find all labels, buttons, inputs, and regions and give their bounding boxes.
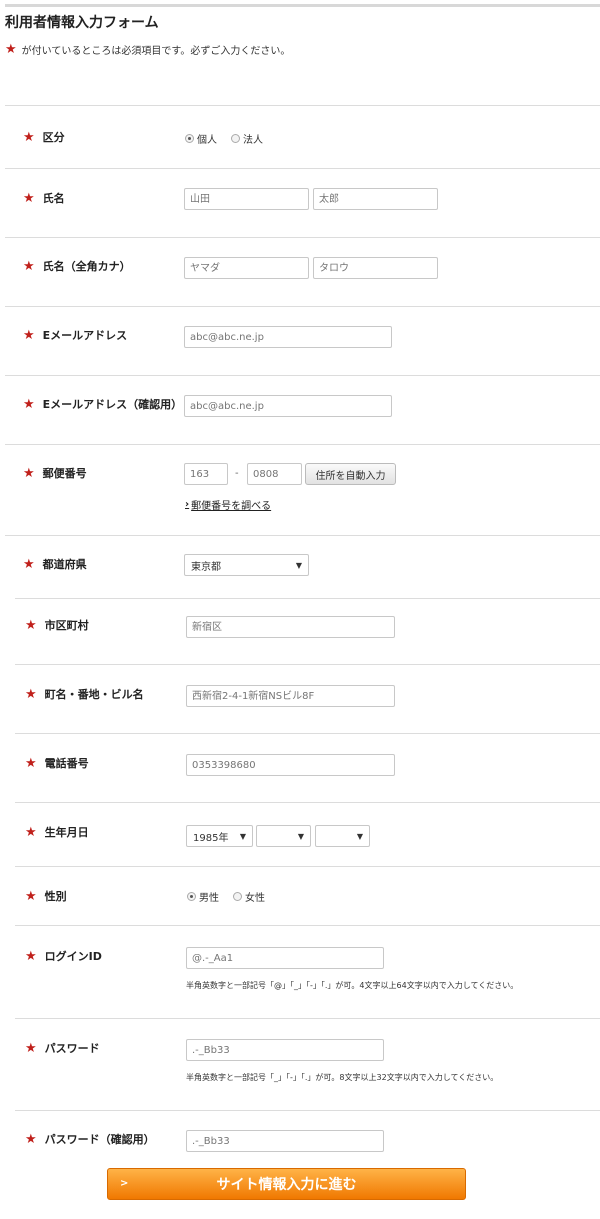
label-login-id: ★ ログインID xyxy=(25,948,102,964)
birth-day-select[interactable]: ▼ xyxy=(315,825,370,847)
autofill-address-button[interactable]: 住所を自動入力 xyxy=(305,463,396,485)
required-star-icon: ★ xyxy=(23,327,35,343)
chevron-right-icon: › xyxy=(185,499,190,510)
required-star-icon: ★ xyxy=(25,686,37,702)
divider xyxy=(15,925,600,926)
radio-kojin[interactable]: 個人 xyxy=(185,131,217,146)
birth-month-select[interactable]: ▼ xyxy=(256,825,311,847)
required-star-icon: ★ xyxy=(23,396,35,412)
city-input[interactable] xyxy=(186,616,395,638)
divider xyxy=(5,105,600,106)
divider xyxy=(5,306,600,307)
radio-houjin[interactable]: 法人 xyxy=(231,131,263,146)
label-email: ★ Eメールアドレス xyxy=(23,327,128,343)
login-id-input[interactable] xyxy=(186,947,384,969)
first-name-kana-input[interactable] xyxy=(313,257,438,279)
label-city: ★ 市区町村 xyxy=(25,617,89,633)
last-name-kana-input[interactable] xyxy=(184,257,309,279)
first-name-input[interactable] xyxy=(313,188,438,210)
required-star-icon: ★ xyxy=(23,129,35,145)
required-star-icon: ★ xyxy=(25,824,37,840)
gender-radio-group: 男性 女性 xyxy=(187,889,279,904)
triangle-down-icon: ▼ xyxy=(239,831,246,841)
divider xyxy=(5,444,600,445)
email-confirm-input[interactable] xyxy=(184,395,392,417)
label-gender: ★ 性別 xyxy=(25,888,67,904)
divider xyxy=(15,866,600,867)
label-kubun: ★ 区分 xyxy=(23,129,65,145)
required-star-icon: ★ xyxy=(23,190,35,206)
required-star-icon: ★ xyxy=(5,42,17,57)
label-zip: ★ 郵便番号 xyxy=(23,465,87,481)
prefecture-select[interactable]: 東京都 ▼ xyxy=(184,554,309,576)
triangle-down-icon: ▼ xyxy=(297,831,304,841)
submit-button[interactable]: > サイト情報入力に進む xyxy=(107,1168,466,1200)
street-input[interactable] xyxy=(186,685,395,707)
label-kana: ★ 氏名（全角カナ） xyxy=(23,258,131,274)
divider xyxy=(15,733,600,734)
required-star-icon: ★ xyxy=(25,755,37,771)
top-rule xyxy=(5,4,600,7)
password-hint: 半角英数字と一部記号「_」「-」「.」が可。8文字以上32文字以内で入力してくだ… xyxy=(186,1073,499,1082)
radio-button-icon[interactable] xyxy=(185,134,194,143)
divider xyxy=(5,535,600,536)
label-email-confirm: ★ Eメールアドレス（確認用） xyxy=(23,396,183,412)
label-birthday: ★ 生年月日 xyxy=(25,824,89,840)
label-name: ★ 氏名 xyxy=(23,190,65,206)
divider xyxy=(15,664,600,665)
required-note-text: が付いているところは必須項目です。必ずご入力ください。 xyxy=(21,46,291,57)
divider xyxy=(5,168,600,169)
last-name-input[interactable] xyxy=(184,188,309,210)
radio-button-icon[interactable] xyxy=(187,892,196,901)
label-prefecture: ★ 都道府県 xyxy=(23,556,87,572)
required-star-icon: ★ xyxy=(25,617,37,633)
kubun-radio-group: 個人 法人 xyxy=(185,131,277,146)
required-star-icon: ★ xyxy=(25,1131,37,1147)
radio-female[interactable]: 女性 xyxy=(233,889,265,904)
phone-input[interactable] xyxy=(186,754,395,776)
radio-button-icon[interactable] xyxy=(233,892,242,901)
divider xyxy=(5,375,600,376)
divider xyxy=(15,1018,600,1019)
required-star-icon: ★ xyxy=(25,1040,37,1056)
triangle-down-icon: ▼ xyxy=(356,831,363,841)
required-star-icon: ★ xyxy=(25,948,37,964)
birth-year-select[interactable]: 1985年 ▼ xyxy=(186,825,253,847)
triangle-down-icon: ▼ xyxy=(295,560,302,570)
label-password: ★ パスワード xyxy=(25,1040,100,1056)
required-note: ★ が付いているところは必須項目です。必ずご入力ください。 xyxy=(5,42,290,57)
caret-right-icon: > xyxy=(120,1178,129,1189)
label-password-confirm: ★ パスワード（確認用） xyxy=(25,1131,155,1147)
required-star-icon: ★ xyxy=(23,465,35,481)
required-star-icon: ★ xyxy=(25,888,37,904)
label-phone: ★ 電話番号 xyxy=(25,755,89,771)
required-star-icon: ★ xyxy=(23,258,35,274)
divider xyxy=(5,237,600,238)
password-input[interactable] xyxy=(186,1039,384,1061)
login-id-hint: 半角英数字と一部記号「@」「_」「-」「.」が可。4文字以上64文字以内で入力し… xyxy=(186,981,519,990)
zip-first-input[interactable] xyxy=(184,463,228,485)
email-input[interactable] xyxy=(184,326,392,348)
zip-second-input[interactable] xyxy=(247,463,302,485)
radio-button-icon[interactable] xyxy=(231,134,240,143)
divider xyxy=(15,598,600,599)
zip-separator: - xyxy=(235,468,239,479)
zip-lookup-link[interactable]: › 郵便番号を調べる xyxy=(185,497,271,512)
label-street: ★ 町名・番地・ビル名 xyxy=(25,686,144,702)
password-confirm-input[interactable] xyxy=(186,1130,384,1152)
page-title: 利用者情報入力フォーム xyxy=(5,15,159,31)
divider xyxy=(15,802,600,803)
divider xyxy=(15,1110,600,1111)
required-star-icon: ★ xyxy=(23,556,35,572)
radio-male[interactable]: 男性 xyxy=(187,889,219,904)
